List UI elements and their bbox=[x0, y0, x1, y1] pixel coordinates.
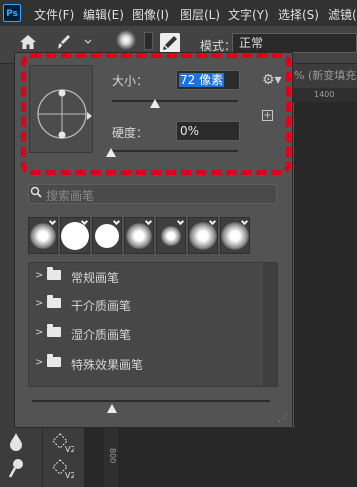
vruler-mark: 800 bbox=[108, 448, 117, 464]
group-name: 特殊效果画笔 bbox=[71, 358, 144, 372]
hard-round-tip-icon bbox=[95, 223, 119, 248]
menu-file[interactable]: 文件(F) bbox=[34, 6, 74, 23]
folder-icon bbox=[47, 324, 61, 337]
horizontal-ruler: 1400 bbox=[290, 88, 357, 102]
group-name: 干介质画笔 bbox=[71, 299, 132, 313]
brush-group-general[interactable]: > 常规画笔 bbox=[29, 263, 263, 289]
blur-tool-icon[interactable] bbox=[9, 433, 23, 451]
pen-icon bbox=[112, 217, 121, 226]
menu-filter[interactable]: 滤镜( bbox=[328, 6, 357, 23]
soft-round-tip-icon bbox=[126, 222, 152, 249]
preview-size-slider-track[interactable] bbox=[32, 400, 270, 402]
svg-text:V2: V2 bbox=[65, 445, 74, 453]
group-name: 常规画笔 bbox=[71, 271, 120, 285]
recent-brush-5[interactable] bbox=[156, 217, 186, 254]
soft-round-tip-icon bbox=[161, 225, 181, 246]
recent-brush-4[interactable] bbox=[124, 217, 154, 254]
soft-round-tip-icon bbox=[221, 221, 249, 250]
brush-settings-toggle-icon[interactable] bbox=[160, 33, 180, 53]
folder-icon bbox=[47, 354, 61, 367]
brush-group-special-effects[interactable]: > 特殊效果画笔 bbox=[29, 350, 263, 376]
menu-bar: Ps 文件(F) 编辑(E) 图像(I) 图层(L) 文字(Y) 选择(S) 滤… bbox=[0, 0, 357, 26]
chevron-right-icon[interactable]: > bbox=[35, 298, 43, 309]
recent-brush-1[interactable] bbox=[28, 217, 58, 254]
canvas-area-bottom[interactable] bbox=[84, 428, 357, 487]
recent-brush-2[interactable] bbox=[60, 217, 90, 254]
highlight-annotation bbox=[21, 53, 291, 175]
photoshop-logo[interactable]: Ps bbox=[3, 4, 21, 22]
ruler-mark: 1400 bbox=[314, 90, 335, 99]
folder-icon bbox=[47, 267, 61, 280]
soft-round-tip-icon bbox=[30, 222, 56, 249]
dodge-tool-icon[interactable] bbox=[9, 458, 25, 478]
menu-edit[interactable]: 编辑(E) bbox=[83, 6, 124, 23]
hard-round-tip-icon bbox=[61, 221, 89, 250]
vertical-ruler: 800 bbox=[104, 428, 118, 487]
list-scrollbar[interactable] bbox=[263, 263, 277, 386]
menu-image[interactable]: 图像(I) bbox=[132, 6, 169, 23]
preview-size-slider-thumb[interactable] bbox=[107, 404, 117, 413]
menu-select[interactable]: 选择(S) bbox=[278, 6, 319, 23]
recent-brush-6[interactable] bbox=[188, 217, 218, 254]
chevron-right-icon[interactable]: > bbox=[35, 357, 43, 368]
document-tab[interactable]: % (新变填充 bbox=[290, 64, 357, 88]
menu-layer[interactable]: 图层(L) bbox=[180, 6, 220, 23]
recent-brush-7[interactable] bbox=[220, 217, 250, 254]
tools-divider bbox=[42, 428, 43, 487]
chevron-right-icon[interactable]: > bbox=[35, 327, 43, 338]
home-icon[interactable] bbox=[20, 35, 36, 49]
chevron-right-icon[interactable]: > bbox=[35, 270, 43, 281]
group-name: 湿介质画笔 bbox=[71, 328, 132, 342]
healing-brush-icon[interactable]: V2 bbox=[52, 459, 74, 479]
brush-group-dry-media[interactable]: > 干介质画笔 bbox=[29, 291, 263, 317]
search-placeholder: 搜索画笔 bbox=[46, 189, 95, 203]
spot-healing-brush-icon[interactable]: V2 bbox=[52, 433, 74, 453]
download-icon bbox=[176, 217, 185, 226]
brush-tool-icon[interactable] bbox=[58, 35, 98, 49]
svg-text:V2: V2 bbox=[65, 471, 74, 479]
resize-grip-icon[interactable]: ⋰ bbox=[278, 413, 288, 424]
blend-mode-select[interactable]: 正常 bbox=[232, 33, 357, 53]
brush-group-wet-media[interactable]: > 湿介质画笔 bbox=[29, 320, 263, 346]
recent-brushes-strip bbox=[28, 217, 253, 255]
folder-icon bbox=[47, 295, 61, 308]
search-icon bbox=[30, 186, 42, 198]
soft-round-tip-icon bbox=[189, 221, 217, 250]
brush-preset-dropdown-button[interactable] bbox=[144, 32, 153, 50]
recent-brush-3[interactable] bbox=[92, 217, 122, 254]
menu-type[interactable]: 文字(Y) bbox=[228, 6, 269, 23]
left-toolbar bbox=[0, 64, 14, 487]
